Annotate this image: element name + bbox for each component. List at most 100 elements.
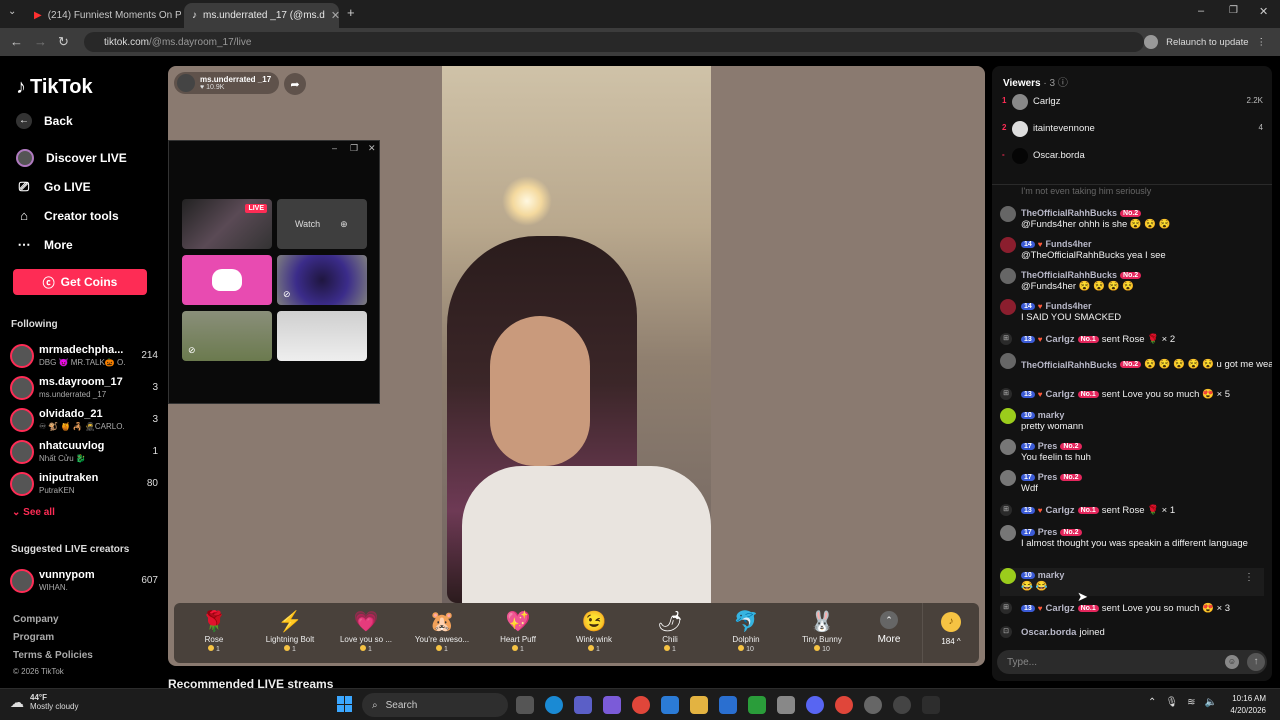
following-item[interactable]: olvidado_21 ♾ 🐒 🍯 🦂 🥷CARLO... 3 bbox=[10, 406, 160, 434]
xbox-icon[interactable] bbox=[748, 696, 766, 714]
host-info[interactable]: ms.underrated _17 ♥ 10.9K bbox=[174, 72, 280, 94]
reload-icon[interactable]: ↻ bbox=[58, 34, 69, 50]
chat-message[interactable]: 10 marky pretty womann bbox=[1000, 408, 1264, 436]
clock[interactable]: 10:16 AM 4/20/2026 bbox=[1230, 693, 1266, 717]
windows-start-icon[interactable] bbox=[337, 696, 353, 712]
following-item[interactable]: mrmadechpha... DBG 😈 MR.TALK🎃 O... 214 bbox=[10, 342, 160, 370]
epic-games-icon[interactable] bbox=[922, 696, 940, 714]
chat-message[interactable]: TheOfficialRahhBucks No.2 😵 😵 😵 😵 😵 u got … bbox=[1000, 353, 1272, 381]
gift-item[interactable]: 🐰 Tiny Bunny 10 bbox=[784, 609, 860, 653]
back-link[interactable]: ← Back bbox=[16, 113, 73, 129]
gift-item[interactable]: 😉 Wink wink 1 bbox=[556, 609, 632, 653]
chrome-icon[interactable] bbox=[835, 696, 853, 714]
window-close-icon[interactable]: ✕ bbox=[1259, 5, 1268, 18]
chat-message[interactable]: 17 Pres No.2 You feelin ts huh bbox=[1000, 439, 1264, 467]
gift-item[interactable]: 💖 Heart Puff 1 bbox=[480, 609, 556, 653]
viewer-row[interactable]: 1 Carlgz 2.2K bbox=[992, 93, 1272, 113]
chat-message[interactable]: TheOfficialRahhBucks No.2 @Funds4her ohhh… bbox=[1000, 206, 1264, 234]
tab-youtube[interactable]: ▶ (214) Funniest Moments On Po ✕ bbox=[26, 3, 181, 28]
maximize-icon[interactable]: ❐ bbox=[350, 143, 358, 154]
close-icon[interactable]: ✕ bbox=[331, 9, 339, 22]
task-view-icon[interactable] bbox=[516, 696, 534, 714]
profile-avatar[interactable] bbox=[1144, 35, 1159, 49]
gift-message[interactable]: ⊞ 13 ♥ Carlgz No.1 sent Love you so much … bbox=[1000, 387, 1264, 401]
system-tray[interactable]: ⌃ 🎙 ≋ 🔈 bbox=[1148, 697, 1217, 708]
footer-company[interactable]: Company bbox=[13, 614, 59, 625]
participant-tile[interactable]: ⊘ bbox=[277, 255, 367, 305]
gift-item[interactable]: 🌹 Rose 1 bbox=[176, 609, 252, 653]
taskbar-search[interactable]: ⌕ Search bbox=[362, 693, 508, 717]
gift-message[interactable]: ⊞ 13 ♥ Carlgz No.1 sent Rose 🌹 × 2 bbox=[1000, 332, 1264, 346]
chat-message[interactable]: 17 Pres No.2 Wdf bbox=[1000, 470, 1264, 498]
app-icon[interactable] bbox=[777, 696, 795, 714]
screen-share-tile[interactable]: LIVE bbox=[182, 199, 272, 249]
following-item[interactable]: iniputraken PutraKEN 80 bbox=[10, 470, 160, 498]
kebab-menu-icon[interactable]: ⋮ bbox=[1244, 572, 1254, 583]
forward-arrow-icon[interactable]: → bbox=[34, 34, 47, 49]
gift-item[interactable]: 🐹 You're aweso... 1 bbox=[404, 609, 480, 653]
copilot-icon[interactable] bbox=[603, 696, 621, 714]
teams-icon[interactable] bbox=[574, 696, 592, 714]
chat-message[interactable]: 14 ♥ Funds4her I SAID YOU SMACKED bbox=[1000, 299, 1264, 327]
video-feed[interactable] bbox=[442, 66, 711, 603]
app-icon[interactable] bbox=[719, 696, 737, 714]
chat-message[interactable]: 14 ♥ Funds4her @TheOfficialRahhBucks yea I… bbox=[1000, 237, 1264, 265]
footer-terms[interactable]: Terms & Policies bbox=[13, 650, 93, 661]
settings-gear-icon[interactable] bbox=[864, 696, 882, 714]
back-arrow-icon[interactable]: ← bbox=[10, 34, 23, 49]
suggested-item[interactable]: vunnypom WIHAN. 607 bbox=[10, 567, 160, 595]
chrome-icon[interactable] bbox=[632, 696, 650, 714]
tiktok-logo[interactable]: ♪ TikTok bbox=[16, 76, 93, 99]
footer-program[interactable]: Program bbox=[13, 632, 54, 643]
minimize-icon[interactable]: – bbox=[1198, 5, 1204, 17]
gift-item[interactable]: 💗 Love you so ... 1 bbox=[328, 609, 404, 653]
participant-tile[interactable]: ⊘ bbox=[182, 311, 272, 361]
viewer-row[interactable]: 2 itaintevennone 4 bbox=[992, 120, 1272, 140]
info-icon[interactable]: ⓘ bbox=[1058, 78, 1068, 89]
weather-widget[interactable]: ☁ 44°F Mostly cloudy bbox=[10, 693, 78, 711]
coin-balance[interactable]: ♪ 184 ^ bbox=[922, 603, 979, 663]
discord-tile[interactable] bbox=[182, 255, 272, 305]
nav-creator-tools[interactable]: ⌂ Creator tools bbox=[16, 208, 119, 223]
viewer-row[interactable]: - Oscar.borda bbox=[992, 147, 1272, 167]
new-tab-button[interactable]: + bbox=[347, 5, 355, 20]
chat-message[interactable]: TheOfficialRahhBucks No.2 @Funds4her 😵 😵 … bbox=[1000, 268, 1264, 296]
following-item[interactable]: ms.dayroom_17 ms.underrated _17 3 bbox=[10, 374, 160, 402]
overlay-window[interactable]: – ❐ ✕ LIVE Watch ⊕ ⊘ ⊘ bbox=[168, 140, 380, 404]
file-explorer-icon[interactable] bbox=[690, 696, 708, 714]
nav-go-live[interactable]: ⎚ Go LIVE bbox=[16, 179, 91, 195]
see-all-link[interactable]: ⌄ See all bbox=[12, 507, 55, 518]
watch-tile[interactable]: Watch ⊕ bbox=[277, 199, 367, 249]
url-field[interactable]: tiktok.com/@ms.dayroom_17/live bbox=[84, 32, 1144, 52]
close-icon[interactable]: ✕ bbox=[368, 143, 376, 154]
following-item[interactable]: nhatcuuvlog Nhất Cửu 🐉 1 bbox=[10, 438, 160, 466]
gift-item[interactable]: 🌶 Chili 1 bbox=[632, 609, 708, 653]
chat-message[interactable]: 10 marky 😂 😂 ⋮ bbox=[1000, 568, 1264, 596]
live-stream-player[interactable]: ms.underrated _17 ♥ 10.9K ➦ – ❐ ✕ LIVE W… bbox=[168, 66, 985, 666]
kebab-menu-icon[interactable]: ⋮ bbox=[1257, 37, 1267, 48]
nav-discover-live[interactable]: Discover LIVE bbox=[16, 149, 127, 167]
chat-input[interactable] bbox=[1007, 654, 1207, 670]
nav-more[interactable]: ⋯ More bbox=[16, 237, 73, 253]
emoji-icon[interactable]: ☺ bbox=[1225, 655, 1239, 669]
maximize-icon[interactable]: ❐ bbox=[1229, 5, 1238, 16]
gift-item[interactable]: ⚡ Lightning Bolt 1 bbox=[252, 609, 328, 653]
gift-message[interactable]: ⊞ 13 ♥ Carlgz No.1 sent Love you so much … bbox=[1000, 601, 1264, 615]
discord-icon[interactable] bbox=[806, 696, 824, 714]
more-gifts-button[interactable]: ⌃ More bbox=[864, 611, 914, 645]
tab-search-icon[interactable]: ⌄ bbox=[8, 6, 16, 17]
chat-message[interactable]: 17 Pres No.2 I almost thought you was spea… bbox=[1000, 525, 1264, 565]
minimize-icon[interactable]: – bbox=[332, 143, 337, 153]
send-button[interactable]: ↑ bbox=[1247, 653, 1265, 671]
gift-message[interactable]: ⊞ 13 ♥ Carlgz No.1 sent Rose 🌹 × 1 bbox=[1000, 503, 1264, 517]
participant-tile[interactable] bbox=[277, 311, 367, 361]
relaunch-button[interactable]: Relaunch to update bbox=[1166, 37, 1248, 48]
tab-tiktok[interactable]: ♪ ms.underrated _17 (@ms.d ✕ bbox=[184, 3, 339, 28]
share-button[interactable]: ➦ bbox=[284, 73, 306, 95]
store-icon[interactable] bbox=[661, 696, 679, 714]
join-message[interactable]: ⊡ Oscar.borda joined bbox=[1000, 625, 1264, 639]
get-coins-button[interactable]: ⓒ Get Coins bbox=[13, 269, 147, 295]
edge-icon[interactable] bbox=[545, 696, 563, 714]
gift-item[interactable]: 🐬 Dolphin 10 bbox=[708, 609, 784, 653]
app-icon[interactable] bbox=[893, 696, 911, 714]
